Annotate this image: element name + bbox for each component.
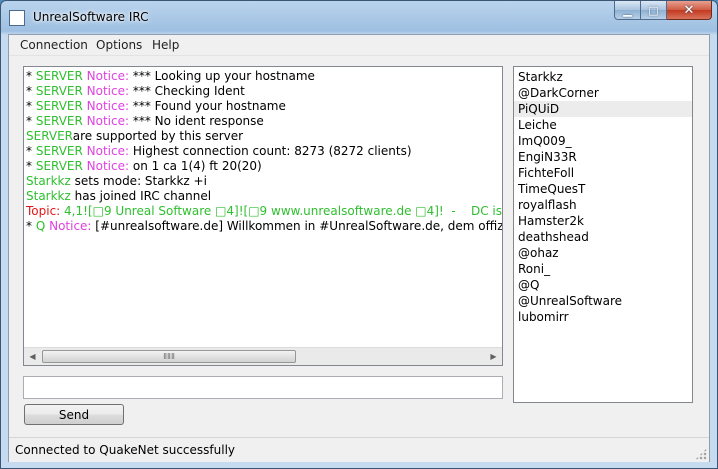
caption-buttons: ▁ □ ✕ bbox=[614, 1, 712, 21]
chat-segment: Topic: bbox=[26, 204, 65, 218]
chat-segment: Notice: bbox=[86, 84, 133, 98]
chat-line: * SERVER Notice: *** No ident response bbox=[26, 114, 496, 129]
chat-segment: Notice: bbox=[49, 219, 96, 233]
chat-segment: Starkkz bbox=[26, 174, 75, 188]
user-list-item[interactable]: Leiche bbox=[514, 117, 692, 133]
chat-segment: Q bbox=[35, 219, 50, 233]
user-items: Starkkz @DarkCorner PiQUiD Leiche ImQ009_ Eng… bbox=[514, 69, 692, 325]
user-list-item[interactable]: lubomirr bbox=[514, 309, 692, 325]
chat-segment: SERVER bbox=[26, 129, 73, 143]
chat-line: * SERVER Notice: Highest connection coun… bbox=[26, 144, 496, 159]
chat-segment: Notice: bbox=[86, 99, 133, 113]
scroll-left-icon[interactable]: ◀ bbox=[24, 348, 41, 365]
menu-connection[interactable]: Connection bbox=[20, 38, 88, 52]
chat-segment: Notice: bbox=[86, 159, 133, 173]
resize-grip-icon[interactable] bbox=[695, 448, 707, 460]
chat-segment: *** Checking Ident bbox=[132, 84, 245, 98]
client-area: Connection Options Help * SERVER Notice:… bbox=[8, 34, 710, 462]
user-list[interactable]: Starkkz @DarkCorner PiQUiD Leiche ImQ009_ Eng… bbox=[513, 66, 693, 403]
close-button[interactable]: ✕ bbox=[667, 1, 712, 20]
status-text: Connected to QuakeNet successfully bbox=[15, 443, 236, 457]
chat-line: Starkkz has joined IRC channel bbox=[26, 189, 496, 204]
status-bar: Connected to QuakeNet successfully bbox=[9, 437, 709, 462]
chat-segment: SERVER bbox=[35, 114, 87, 128]
user-list-item[interactable]: deathshead bbox=[514, 229, 692, 245]
chat-segment: on 1 ca 1(4) ft 20(20) bbox=[132, 159, 262, 173]
chat-segment: SERVER bbox=[35, 84, 87, 98]
chat-segment: * bbox=[26, 84, 36, 98]
app-window: UnrealSoftware IRC ▁ □ ✕ Connection Opti… bbox=[0, 0, 718, 469]
chat-line: * Q Notice: [#unrealsoftware.de] Willkom… bbox=[26, 219, 502, 234]
chat-segment: [#unrealsoftware.de] Willkommen in #Unre… bbox=[95, 219, 503, 233]
user-list-item[interactable]: TimeQuesT bbox=[514, 181, 692, 197]
app-icon bbox=[9, 10, 25, 26]
user-list-item[interactable]: @UnrealSoftware bbox=[514, 293, 692, 309]
user-list-item[interactable]: @Q bbox=[514, 277, 692, 293]
chat-line: Topic: 4,1![□9 Unreal Software □4]![□9 w… bbox=[26, 204, 502, 219]
chat-segment: *** No ident response bbox=[132, 114, 264, 128]
chat-segment: Starkkz bbox=[26, 189, 75, 203]
chat-segment: Notice: bbox=[86, 144, 133, 158]
chat-segment: * bbox=[26, 159, 36, 173]
horizontal-scrollbar[interactable]: ◀ ⅡⅡⅡ ▶ bbox=[24, 347, 502, 365]
chat-segment: * bbox=[26, 69, 36, 83]
user-list-item[interactable]: Hamster2k bbox=[514, 213, 692, 229]
user-list-item[interactable]: ImQ009_ bbox=[514, 133, 692, 149]
user-list-item[interactable]: Starkkz bbox=[514, 69, 692, 85]
chat-segment: * bbox=[26, 219, 36, 233]
chat-segment: SERVER bbox=[35, 99, 87, 113]
user-list-item[interactable]: EngiN33R bbox=[514, 149, 692, 165]
chat-segment: * bbox=[26, 144, 36, 158]
user-list-item[interactable]: @DarkCorner bbox=[514, 85, 692, 101]
chat-line: * SERVER Notice: on 1 ca 1(4) ft 20(20) bbox=[26, 159, 496, 174]
scroll-thumb[interactable]: ⅡⅡⅡ bbox=[42, 350, 296, 363]
chat-segment: * bbox=[26, 99, 36, 113]
user-list-item[interactable]: PiQUiD bbox=[514, 101, 692, 117]
scroll-right-icon[interactable]: ▶ bbox=[485, 348, 502, 365]
menu-options[interactable]: Options bbox=[96, 38, 142, 52]
chat-segment: sets mode: Starkkz +i bbox=[74, 174, 207, 188]
chat-segment: * bbox=[26, 114, 36, 128]
chat-log[interactable]: * SERVER Notice: *** Looking up your hos… bbox=[23, 66, 503, 366]
menu-help[interactable]: Help bbox=[152, 38, 179, 52]
user-list-item[interactable]: royalflash bbox=[514, 197, 692, 213]
chat-segment: *** Found your hostname bbox=[132, 99, 286, 113]
title-bar[interactable]: UnrealSoftware IRC ▁ □ ✕ bbox=[1, 1, 717, 34]
maximize-button[interactable]: □ bbox=[641, 1, 667, 20]
chat-segment: *** Looking up your hostname bbox=[132, 69, 315, 83]
chat-line: * SERVER Notice: *** Found your hostname bbox=[26, 99, 496, 114]
chat-segment: has joined IRC channel bbox=[74, 189, 212, 203]
chat-segment: 4,1![□9 Unreal Software □4]![□9 www.unre… bbox=[64, 204, 502, 218]
scroll-grip-icon: ⅡⅡⅡ bbox=[163, 352, 175, 361]
user-list-item[interactable]: @ohaz bbox=[514, 245, 692, 261]
send-button[interactable]: Send bbox=[24, 404, 124, 425]
window-title: UnrealSoftware IRC bbox=[33, 10, 149, 24]
user-list-item[interactable]: Roni_ bbox=[514, 261, 692, 277]
chat-line: Starkkz sets mode: Starkkz +i bbox=[26, 174, 496, 189]
minimize-button[interactable]: ▁ bbox=[614, 1, 641, 20]
chat-segment: Highest connection count: 8273 (8272 cli… bbox=[132, 144, 412, 158]
chat-segment: Notice: bbox=[86, 114, 133, 128]
chat-segment: SERVER bbox=[35, 159, 87, 173]
chat-segment: SERVER bbox=[35, 144, 87, 158]
chat-segment: SERVER bbox=[35, 69, 87, 83]
chat-segment: Notice: bbox=[86, 69, 133, 83]
chat-line: SERVERare supported by this server bbox=[26, 129, 496, 144]
chat-line: * SERVER Notice: *** Looking up your hos… bbox=[26, 69, 496, 84]
chat-segment: are supported by this server bbox=[72, 129, 244, 143]
chat-line: * SERVER Notice: *** Checking Ident bbox=[26, 84, 496, 99]
message-input[interactable] bbox=[23, 376, 503, 399]
user-list-item[interactable]: FichteFoll bbox=[514, 165, 692, 181]
chat-lines: * SERVER Notice: *** Looking up your hos… bbox=[26, 69, 502, 234]
menu-bar: Connection Options Help bbox=[9, 35, 709, 56]
